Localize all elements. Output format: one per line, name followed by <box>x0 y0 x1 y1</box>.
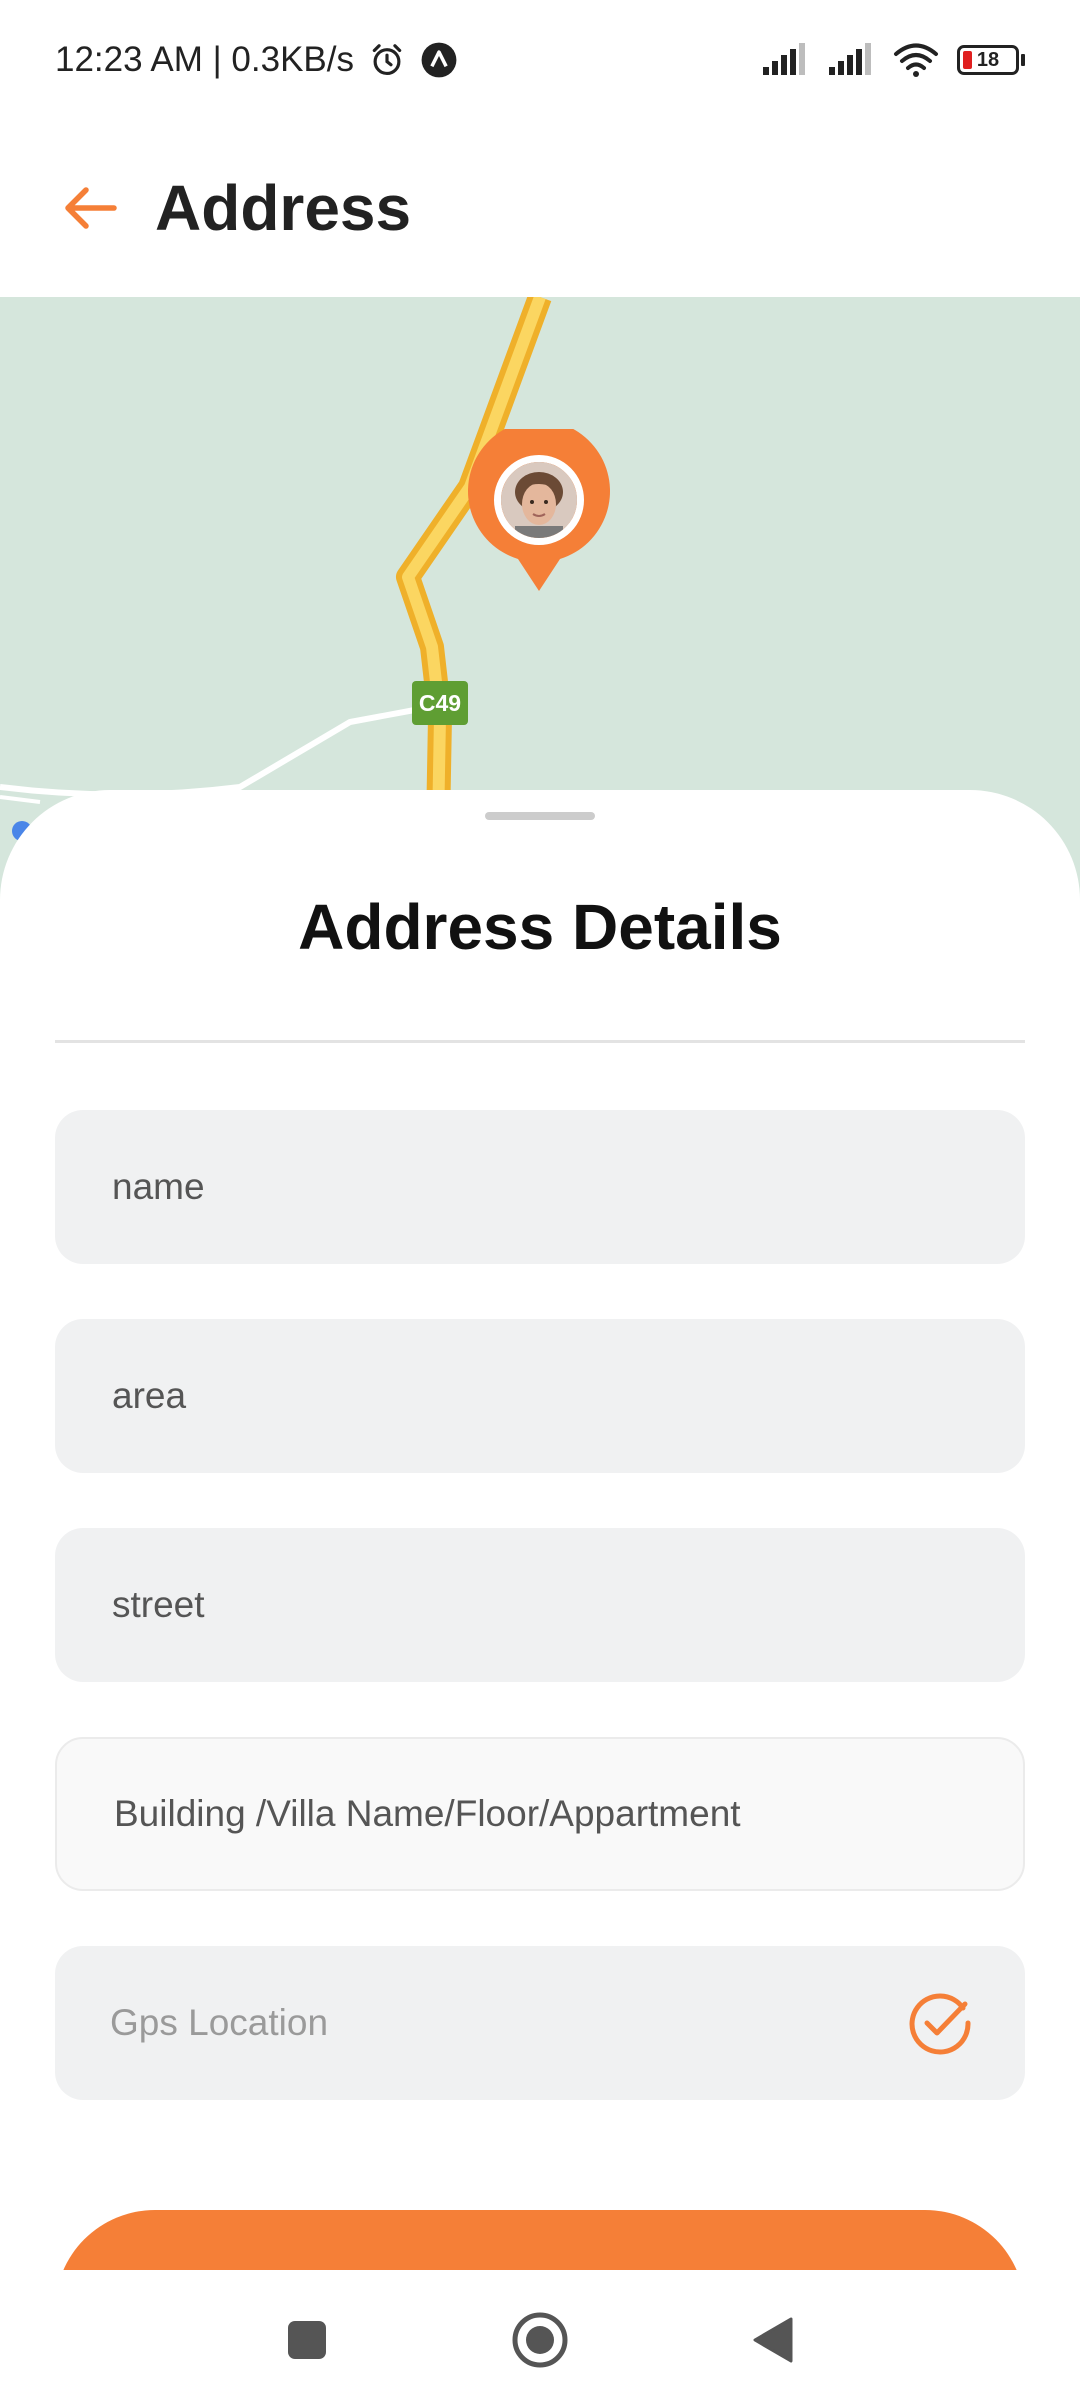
circle-icon <box>512 2312 568 2368</box>
location-pin[interactable] <box>468 429 610 591</box>
sheet-title: Address Details <box>298 891 782 963</box>
battery-indicator: 18 <box>957 45 1025 75</box>
avatar <box>494 455 584 545</box>
page-title: Address <box>155 171 412 244</box>
app-notification-icon <box>421 42 457 78</box>
check-circle-icon <box>909 1993 971 2055</box>
divider <box>55 1040 1025 1043</box>
wifi-icon <box>894 43 938 77</box>
signal-icon-2 <box>829 43 871 75</box>
street-input[interactable] <box>112 1584 968 1626</box>
back-button[interactable] <box>55 173 125 243</box>
navigation-bar <box>0 2270 1080 2400</box>
alarm-icon <box>372 44 402 76</box>
back-nav-button[interactable] <box>743 2310 803 2370</box>
street-field[interactable] <box>55 1528 1025 1682</box>
name-input[interactable] <box>112 1166 968 1208</box>
arrow-left-icon <box>65 186 117 229</box>
gps-location-input[interactable] <box>110 2002 907 2044</box>
area-field[interactable] <box>55 1319 1025 1473</box>
recents-button[interactable] <box>277 2310 337 2370</box>
name-field[interactable] <box>55 1110 1025 1264</box>
building-input[interactable] <box>114 1793 966 1835</box>
square-icon <box>288 2321 326 2359</box>
avatar-image <box>501 462 577 538</box>
building-field[interactable] <box>55 1737 1025 1891</box>
triangle-back-icon <box>753 2317 793 2363</box>
signal-icon <box>763 43 805 75</box>
status-time: 12:23 AM | 0.3KB/s <box>55 40 354 79</box>
app-header: Address <box>0 120 1080 295</box>
road-label: C49 <box>412 681 468 725</box>
area-input[interactable] <box>112 1375 968 1417</box>
status-bar: 12:23 AM | 0.3KB/s 18 <box>0 0 1080 120</box>
address-details-sheet: Address Details <box>0 790 1080 2400</box>
gps-location-field[interactable] <box>55 1946 1025 2100</box>
battery-level: 18 <box>976 48 1000 71</box>
drag-handle[interactable] <box>485 812 595 820</box>
home-button[interactable] <box>510 2310 570 2370</box>
